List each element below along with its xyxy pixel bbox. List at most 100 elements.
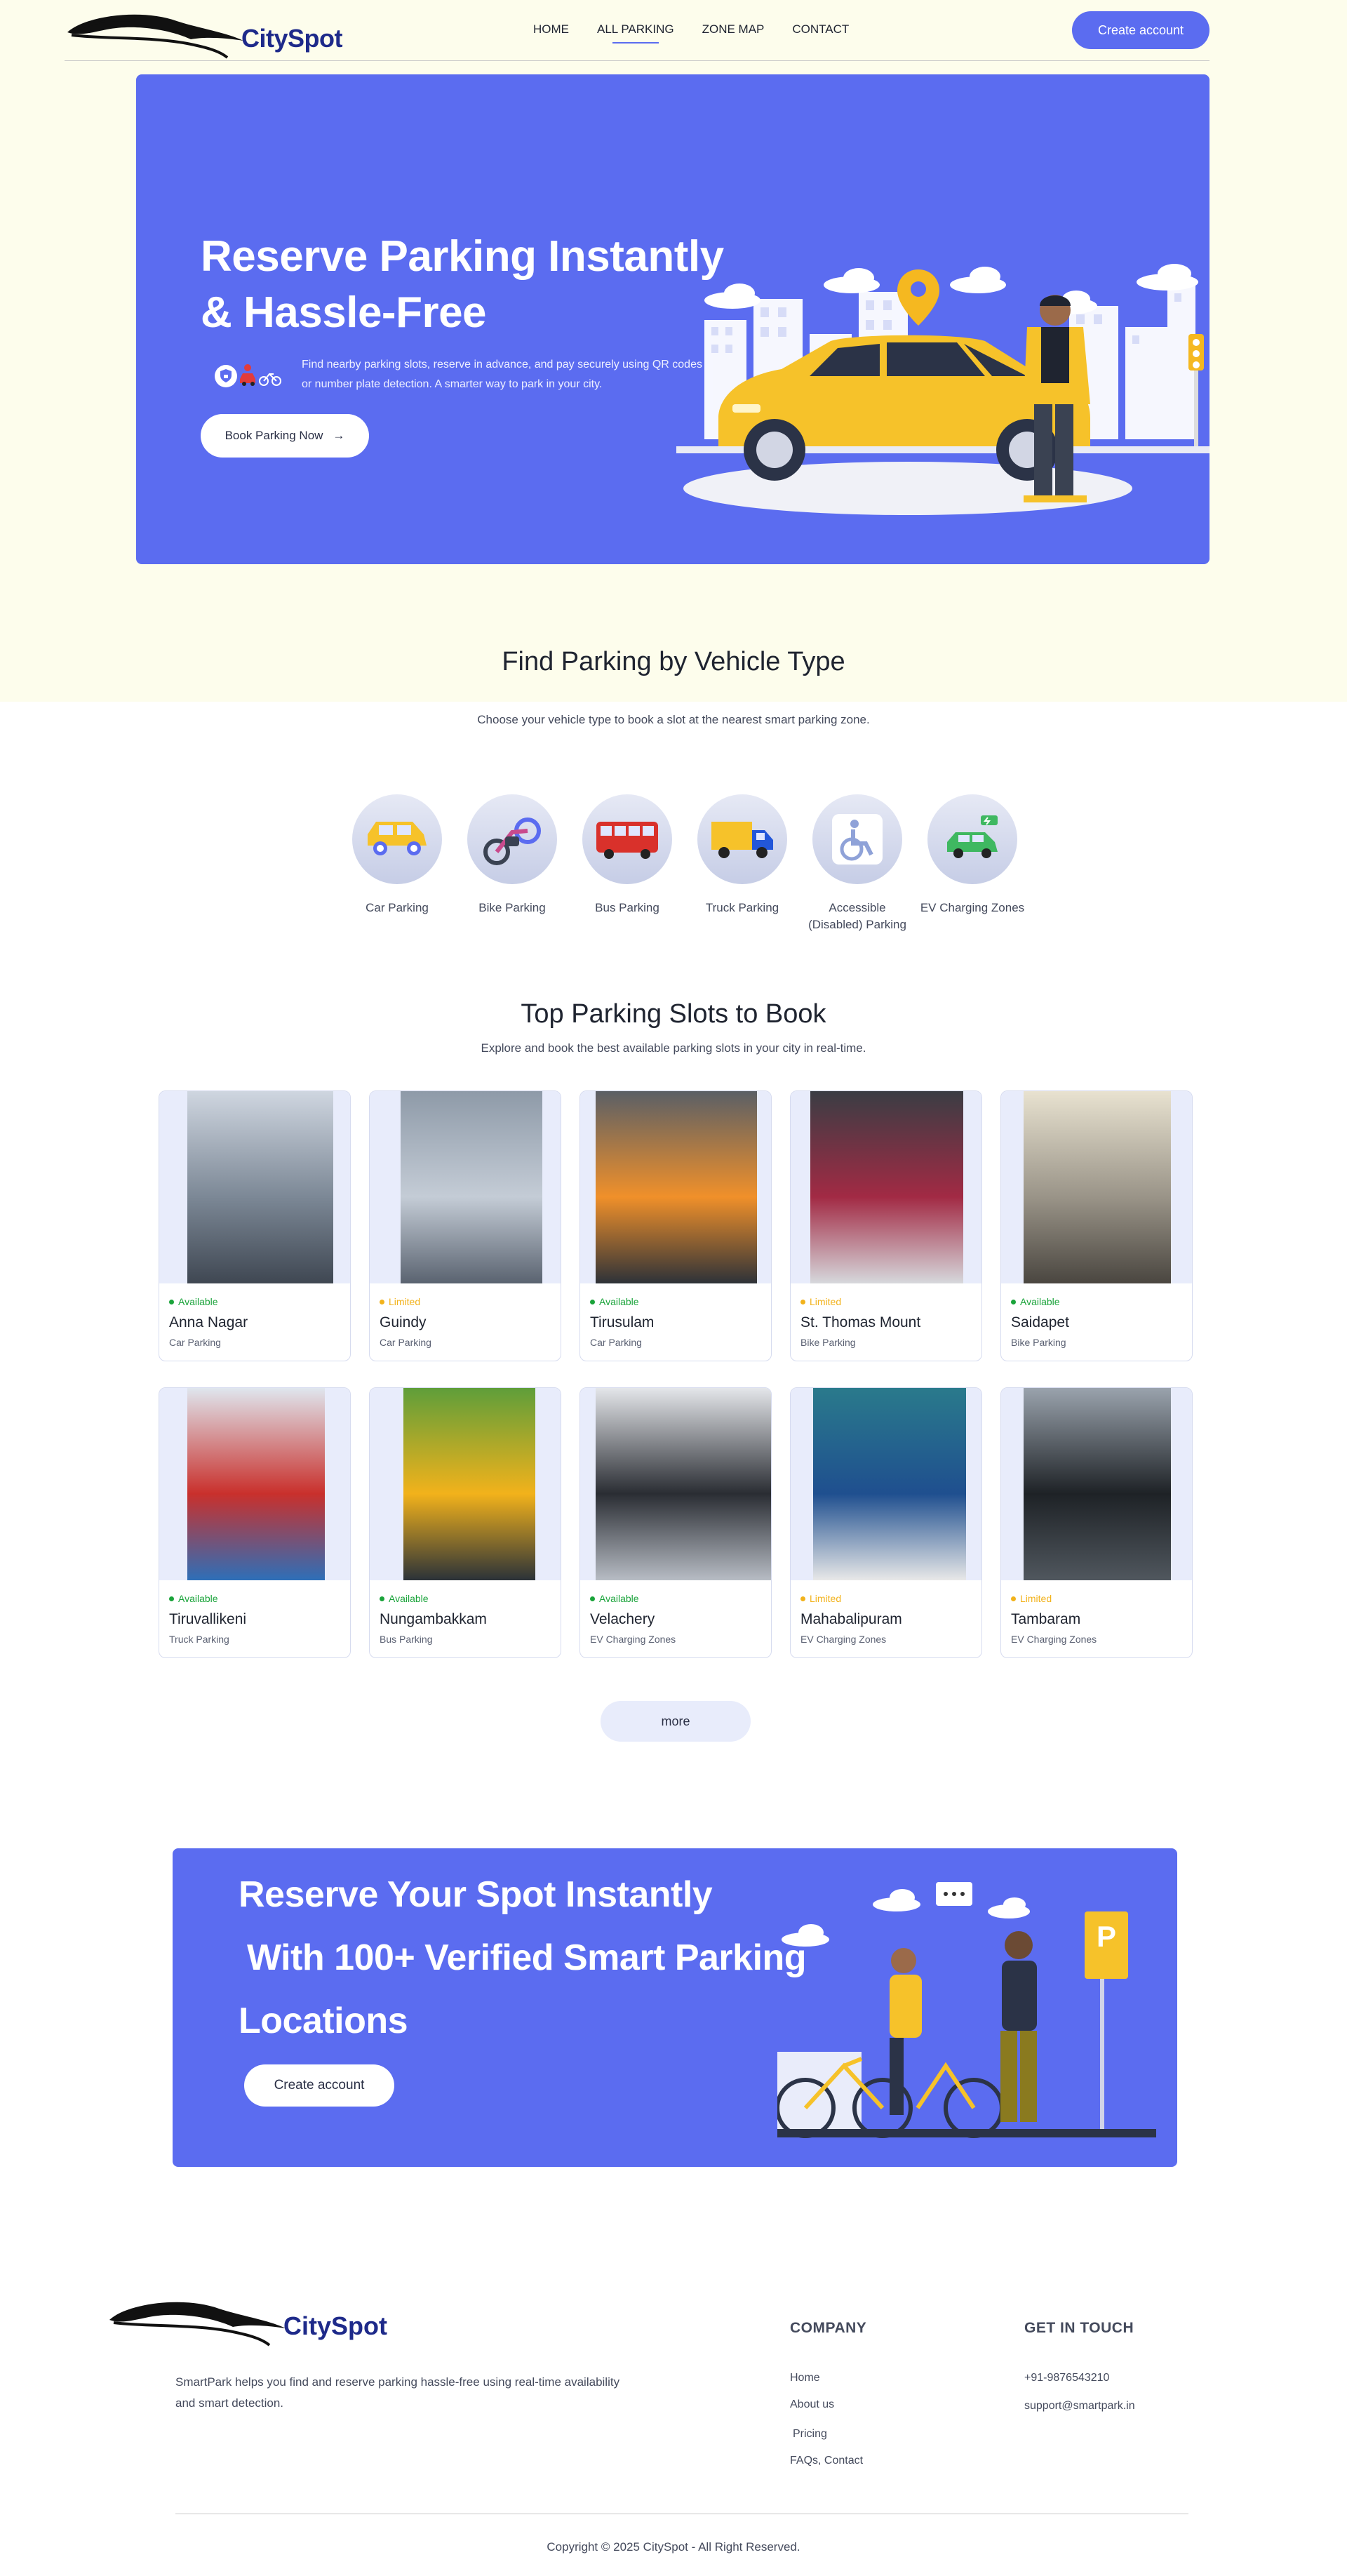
book-parking-label: Book Parking Now: [224, 429, 323, 442]
hero-banner: Reserve Parking Instantly & Hassle-Free …: [136, 74, 1209, 564]
slot-type: Car Parking: [169, 1337, 221, 1348]
slot-card-image: [791, 1091, 981, 1283]
status-dot-icon: [1011, 1299, 1016, 1304]
arrow-right-icon: →: [333, 429, 345, 442]
slot-card[interactable]: Available Nungambakkam Bus Parking: [369, 1387, 561, 1658]
slot-status-label: Limited: [389, 1296, 421, 1307]
footer-logo-text: CitySpot: [283, 2311, 387, 2340]
footer-contact-title: GET IN TOUCH: [1024, 2320, 1134, 2336]
slot-photo: [401, 1091, 542, 1283]
vehicle-type-truck[interactable]: Truck Parking: [686, 794, 798, 916]
vehicle-type-label: Accessible (Disabled) Parking: [808, 901, 906, 931]
vehicle-type-label: Car Parking: [366, 901, 429, 914]
vehicle-type-circle: [697, 794, 787, 884]
wheelchair-icon: [832, 814, 883, 865]
slot-name: Guindy: [380, 1314, 427, 1330]
slot-name: Velachery: [590, 1611, 655, 1627]
vehicle-type-label: Truck Parking: [705, 901, 779, 914]
cta-create-account-button[interactable]: Create account: [244, 2064, 394, 2107]
slot-card[interactable]: Available Velachery EV Charging Zones: [579, 1387, 772, 1658]
footer-link-pricing[interactable]: Pricing: [793, 2428, 827, 2441]
slot-card-image: [370, 1388, 561, 1580]
top-slots-subtitle: Explore and book the best available park…: [481, 1041, 866, 1055]
slot-photo: [813, 1388, 966, 1580]
status-dot-icon: [1011, 1596, 1016, 1601]
cta-line3: Locations: [239, 2001, 408, 2041]
slot-card-image: [1001, 1091, 1192, 1283]
slot-photo: [1024, 1091, 1171, 1283]
slot-card[interactable]: Limited Mahabalipuram EV Charging Zones: [790, 1387, 982, 1658]
vehicle-type-accessible[interactable]: Accessible (Disabled) Parking: [801, 794, 913, 933]
cta-line2: With 100+ Verified Smart Parking: [247, 1937, 807, 1978]
cta-bicycle-illustration: P: [777, 1882, 1156, 2138]
more-button[interactable]: more: [601, 1701, 751, 1742]
slot-status-label: Available: [178, 1593, 218, 1604]
footer-email[interactable]: support@smartpark.in: [1024, 2400, 1135, 2413]
top-slots-title: Top Parking Slots to Book: [521, 999, 826, 1029]
footer-logo[interactable]: CitySpot: [107, 2296, 401, 2352]
slot-card[interactable]: Limited St. Thomas Mount Bike Parking: [790, 1090, 982, 1361]
vehicle-types-title: Find Parking by Vehicle Type: [502, 647, 845, 676]
slot-photo: [187, 1091, 333, 1283]
vehicle-type-label: Bus Parking: [595, 901, 659, 914]
nav-all-parking[interactable]: ALL PARKING: [597, 22, 674, 44]
slot-status-label: Available: [389, 1593, 429, 1604]
site-header: CitySpot HOME ALL PARKING ZONE MAP CONTA…: [0, 0, 1347, 62]
slot-card[interactable]: Available Anna Nagar Car Parking: [159, 1090, 351, 1361]
footer-link-faqs-contact[interactable]: FAQs, Contact: [790, 2455, 863, 2467]
slot-status-label: Available: [1020, 1296, 1060, 1307]
slot-name: Mahabalipuram: [800, 1611, 902, 1627]
slot-name: Tambaram: [1011, 1611, 1081, 1627]
vehicle-type-list: Car Parking Bike Parking Bus Parking Tru…: [341, 794, 1024, 942]
slot-status: Available: [169, 1296, 218, 1307]
slot-card[interactable]: Limited Tambaram EV Charging Zones: [1000, 1387, 1193, 1658]
car-icon: [368, 822, 427, 855]
vehicle-type-ev[interactable]: EV Charging Zones: [916, 794, 1028, 916]
status-dot-icon: [590, 1299, 595, 1304]
footer-description: SmartPark helps you find and reserve par…: [175, 2375, 620, 2410]
create-account-button[interactable]: Create account: [1072, 11, 1209, 49]
main-nav: HOME ALL PARKING ZONE MAP CONTACT: [533, 22, 877, 44]
slot-card-image: [580, 1388, 771, 1580]
logo-text: CitySpot: [241, 24, 343, 53]
slot-card[interactable]: Available Saidapet Bike Parking: [1000, 1090, 1193, 1361]
slot-status: Available: [590, 1296, 639, 1307]
footer-phone[interactable]: +91-9876543210: [1024, 2372, 1109, 2384]
slot-card[interactable]: Available Tiruvallikeni Truck Parking: [159, 1387, 351, 1658]
footer-link-about[interactable]: About us: [790, 2398, 834, 2411]
slot-card[interactable]: Available Tirusulam Car Parking: [579, 1090, 772, 1361]
nav-zone-map[interactable]: ZONE MAP: [702, 22, 765, 44]
vehicle-type-bus[interactable]: Bus Parking: [571, 794, 683, 916]
bike-icon: [483, 817, 541, 865]
slot-status: Available: [590, 1593, 639, 1604]
vehicle-type-car[interactable]: Car Parking: [341, 794, 453, 916]
slot-card-image: [370, 1091, 561, 1283]
vehicle-type-bike[interactable]: Bike Parking: [456, 794, 568, 916]
cta-line1: Reserve Your Spot Instantly: [239, 1874, 713, 1915]
slot-status-label: Available: [599, 1296, 639, 1307]
cta-banner: Reserve Your Spot Instantly With 100+ Ve…: [173, 1848, 1177, 2167]
header-divider: [65, 60, 1209, 61]
nav-contact[interactable]: CONTACT: [792, 22, 849, 44]
status-dot-icon: [800, 1299, 805, 1304]
slot-name: Tiruvallikeni: [169, 1611, 247, 1627]
vehicle-types-subtitle: Choose your vehicle type to book a slot …: [477, 713, 870, 726]
slot-status: Limited: [380, 1296, 420, 1307]
vehicle-type-label: Bike Parking: [478, 901, 546, 914]
book-parking-button[interactable]: Book Parking Now →: [201, 414, 369, 458]
slot-card-image: [159, 1388, 350, 1580]
footer-link-home[interactable]: Home: [790, 2372, 820, 2384]
logo[interactable]: CitySpot: [65, 8, 345, 60]
slot-status: Limited: [800, 1296, 841, 1307]
red-car-icon: [240, 373, 255, 383]
slot-card[interactable]: Limited Guindy Car Parking: [369, 1090, 561, 1361]
slot-card-image: [791, 1388, 981, 1580]
nav-home[interactable]: HOME: [533, 22, 569, 44]
slot-status: Available: [380, 1593, 429, 1604]
footer-company-title: COMPANY: [790, 2320, 867, 2336]
hero-description: Find nearby parking slots, reserve in ad…: [302, 359, 702, 390]
slot-card-image: [159, 1091, 350, 1283]
slot-status: Limited: [1011, 1593, 1052, 1604]
status-dot-icon: [800, 1596, 805, 1601]
slot-name: St. Thomas Mount: [800, 1314, 921, 1330]
